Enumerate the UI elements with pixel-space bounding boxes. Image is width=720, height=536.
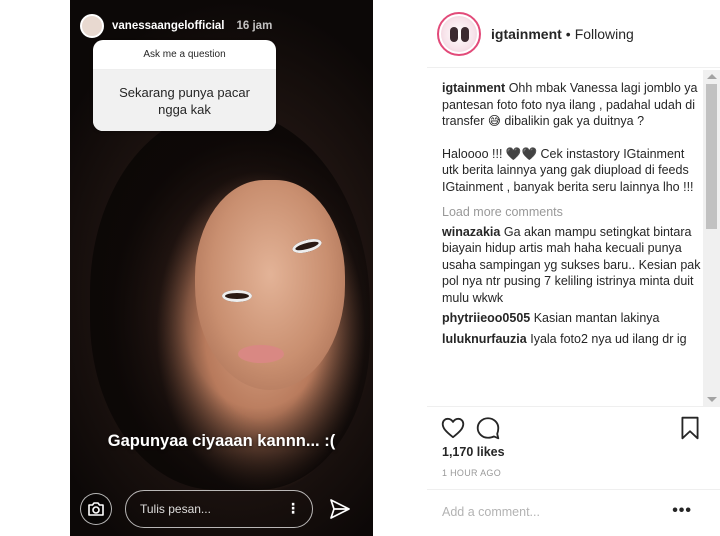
story-viewer: vanessaangelofficial 16 jam Ask me a que… [70,0,373,536]
camera-button[interactable] [80,493,112,525]
follow-button[interactable]: Following [575,26,634,42]
story-photo-lips [238,345,284,363]
story-username[interactable]: vanessaangelofficial [112,20,225,32]
comment-username[interactable]: phytriieoo0505 [442,311,530,325]
post-caption: igtainment Ohh mbak Vanessa lagi jomblo … [442,80,704,130]
add-comment-input[interactable]: Add a comment... [442,505,540,519]
caption-text-2: Haloooo !!! 🖤🖤 Cek instastory IGtainment… [442,146,694,194]
scroll-down-icon[interactable] [707,397,717,402]
comment-item: luluknurfauzia Iyala foto2 nya ud ilang … [442,331,704,348]
question-sticker[interactable]: Ask me a question Sekarang punya pacar n… [93,40,276,131]
question-sticker-text: Sekarang punya pacar ngga kak [93,70,276,131]
likes-count[interactable]: 1,170 likes [442,445,505,459]
scrollbar-thumb[interactable] [706,84,717,229]
load-more-comments[interactable]: Load more comments [442,204,704,221]
story-avatar[interactable] [80,14,104,38]
send-icon[interactable] [328,497,352,521]
message-input[interactable]: Tulis pesan... ⋮ [125,490,313,528]
post-timestamp: 1 HOUR AGO [442,468,502,478]
post-username[interactable]: igtainment [491,26,562,42]
more-options-icon[interactable]: ••• [672,502,692,520]
camera-icon [88,502,104,516]
comments-scrollbar[interactable] [703,70,720,406]
story-reply-bar: Tulis pesan... ⋮ [70,489,373,529]
post-actions [427,406,720,446]
comment-item: phytriieoo0505 Kasian mantan lakinya [442,310,704,327]
comment-username[interactable]: luluknurfauzia [442,332,527,346]
add-comment-bar: Add a comment... ••• [427,489,720,536]
post-avatar-image [441,15,477,52]
question-sticker-title: Ask me a question [93,40,276,70]
message-placeholder: Tulis pesan... [140,502,211,516]
comment-item: winazakia Ga akan mampu setingkat bintar… [442,224,704,307]
more-options-icon[interactable]: ⋮ [286,501,300,515]
scroll-up-icon[interactable] [707,74,717,79]
story-caption: Gapunyaa ciyaaan kannn... :( [107,432,336,450]
bookmark-icon[interactable] [677,415,703,441]
post-avatar[interactable] [437,11,481,56]
comment-text: Iyala foto2 nya ud ilang dr ig [530,331,687,346]
comment-username[interactable]: winazakia [442,225,500,239]
comment-text: Kasian mantan lakinya [533,311,660,325]
caption-username[interactable]: igtainment [442,81,505,95]
comments-list[interactable]: igtainment Ohh mbak Vanessa lagi jomblo … [442,80,704,405]
post-header: igtainment • Following [427,0,720,68]
separator-dot: • [565,25,571,42]
story-header: vanessaangelofficial 16 jam [80,14,272,38]
story-photo-eye [222,290,252,302]
story-timestamp: 16 jam [236,20,273,32]
post-panel: igtainment • Following igtainment Ohh mb… [427,0,720,536]
heart-icon[interactable] [440,415,466,441]
comment-icon[interactable] [475,415,501,441]
